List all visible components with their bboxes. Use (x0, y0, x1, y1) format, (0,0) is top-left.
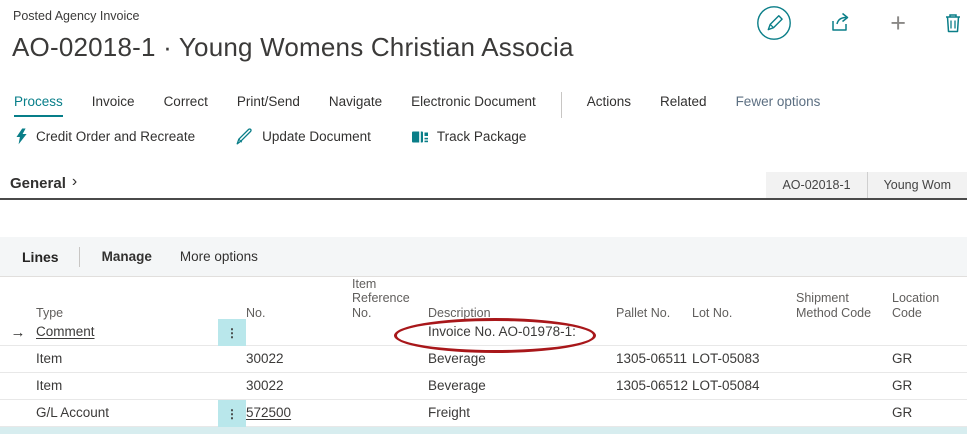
more-options-button[interactable]: More options (180, 249, 258, 264)
cell-location-code[interactable]: GR (892, 400, 967, 427)
general-fasttab-header: General › AO-02018-1 Young Wom (0, 170, 967, 200)
credit-order-and-recreate-label: Credit Order and Recreate (36, 129, 195, 144)
cell-shipment-method-code[interactable] (796, 346, 892, 373)
delete-button[interactable] (943, 12, 963, 34)
table-row: G/L Account ⋮ 572500 Freight GR (0, 400, 967, 427)
summary-badge-document-no[interactable]: AO-02018-1 (766, 172, 866, 198)
track-package-button[interactable]: Track Package (411, 129, 527, 145)
lightning-icon (15, 128, 28, 145)
cell-item-reference-no[interactable] (352, 346, 428, 373)
chevron-right-icon: › (72, 173, 77, 191)
posted-agency-invoice-page: Posted Agency Invoice + (0, 0, 967, 434)
collapsed-field-summary: AO-02018-1 Young Wom (766, 172, 967, 198)
menu-item-navigate[interactable]: Navigate (329, 94, 382, 117)
header-action-bar: + (756, 5, 963, 41)
active-row-arrow-icon: → (0, 320, 36, 346)
cell-pallet-no[interactable]: 1305-06512 (616, 373, 692, 400)
menu-item-actions[interactable]: Actions (587, 94, 631, 117)
table-row: Item 30022 Beverage 1305-06511 LOT-05083… (0, 346, 967, 373)
lines-tab[interactable]: Lines (22, 249, 59, 265)
cell-lot-no[interactable]: LOT-05083 (692, 346, 796, 373)
cell-pallet-no[interactable] (616, 319, 692, 346)
table-row: → Comment ⋮ Invoice No. AO-01978-1: (0, 319, 967, 346)
menubar-divider (561, 92, 562, 118)
cell-shipment-method-code[interactable] (796, 319, 892, 346)
update-document-label: Update Document (262, 129, 371, 144)
menu-item-related[interactable]: Related (660, 94, 707, 117)
cell-location-code[interactable]: GR (892, 373, 967, 400)
general-section-label: General (10, 175, 66, 192)
table-row: Item 30022 Beverage 1305-06512 LOT-05084… (0, 373, 967, 400)
page-title: AO-02018-1 · Young Womens Christian Asso… (12, 32, 574, 63)
credit-order-and-recreate-button[interactable]: Credit Order and Recreate (15, 128, 195, 145)
menu-item-electronic-document[interactable]: Electronic Document (411, 94, 536, 117)
cell-shipment-method-code[interactable] (796, 400, 892, 427)
share-button[interactable] (829, 12, 853, 34)
menu-item-correct[interactable]: Correct (164, 94, 208, 117)
plus-icon: + (890, 13, 906, 33)
cell-no[interactable]: 572500 (246, 400, 352, 427)
cell-item-reference-no[interactable] (352, 400, 428, 427)
new-button[interactable]: + (890, 13, 906, 33)
cell-location-code[interactable] (892, 319, 967, 346)
promoted-actions-toolbar: Credit Order and Recreate Update Documen… (15, 127, 526, 146)
row-ellipsis-button[interactable]: ⋮ (218, 400, 246, 427)
menu-item-process[interactable]: Process (14, 94, 63, 117)
edit-pencil-circle-icon (756, 5, 792, 41)
cell-item-reference-no[interactable] (352, 373, 428, 400)
trash-icon (943, 12, 963, 34)
cell-description[interactable]: Invoice No. AO-01978-1: (428, 319, 616, 346)
cell-item-reference-no[interactable] (352, 319, 428, 346)
lines-column-headers: Type No. Item Reference No. Description … (0, 277, 967, 319)
horizontal-scrollbar-track (0, 427, 967, 434)
lines-toolbar-divider (79, 247, 80, 267)
cell-no[interactable]: 30022 (246, 346, 352, 373)
page-caption: Posted Agency Invoice (13, 9, 139, 23)
cell-pallet-no[interactable] (616, 400, 692, 427)
cell-no[interactable] (246, 319, 352, 346)
col-item-reference-no[interactable]: Item Reference No. (352, 277, 428, 325)
menu-item-invoice[interactable]: Invoice (92, 94, 135, 117)
lines-part: Lines Manage More options Type No. Item … (0, 237, 967, 434)
cell-location-code[interactable]: GR (892, 346, 967, 373)
row-ellipsis-button[interactable]: ⋮ (218, 319, 246, 346)
cell-pallet-no[interactable]: 1305-06511 (616, 346, 692, 373)
track-package-label: Track Package (437, 129, 527, 144)
cell-shipment-method-code[interactable] (796, 373, 892, 400)
summary-badge-customer-name[interactable]: Young Wom (867, 172, 967, 198)
cell-type[interactable]: Item (36, 346, 218, 373)
menu-item-print-send[interactable]: Print/Send (237, 94, 300, 117)
menubar: Process Invoice Correct Print/Send Navig… (14, 92, 820, 118)
update-document-button[interactable]: Update Document (235, 127, 371, 146)
cell-lot-no[interactable] (692, 319, 796, 346)
cell-type[interactable]: Item (36, 373, 218, 400)
fewer-options-button[interactable]: Fewer options (736, 94, 821, 117)
edit-button[interactable] (756, 5, 792, 41)
cell-type[interactable]: Comment (36, 319, 218, 346)
manage-menu-button[interactable]: Manage (102, 249, 152, 264)
package-icon (411, 129, 429, 145)
cell-type[interactable]: G/L Account (36, 400, 218, 427)
pencil-icon (235, 127, 254, 146)
share-icon (829, 12, 853, 34)
cell-no[interactable]: 30022 (246, 373, 352, 400)
cell-description[interactable]: Beverage (428, 346, 616, 373)
general-section-toggle[interactable]: General › (10, 174, 77, 192)
cell-description[interactable]: Beverage (428, 373, 616, 400)
cell-lot-no[interactable]: LOT-05084 (692, 373, 796, 400)
cell-description[interactable]: Freight (428, 400, 616, 427)
lines-toolbar: Lines Manage More options (0, 237, 967, 277)
cell-lot-no[interactable] (692, 400, 796, 427)
